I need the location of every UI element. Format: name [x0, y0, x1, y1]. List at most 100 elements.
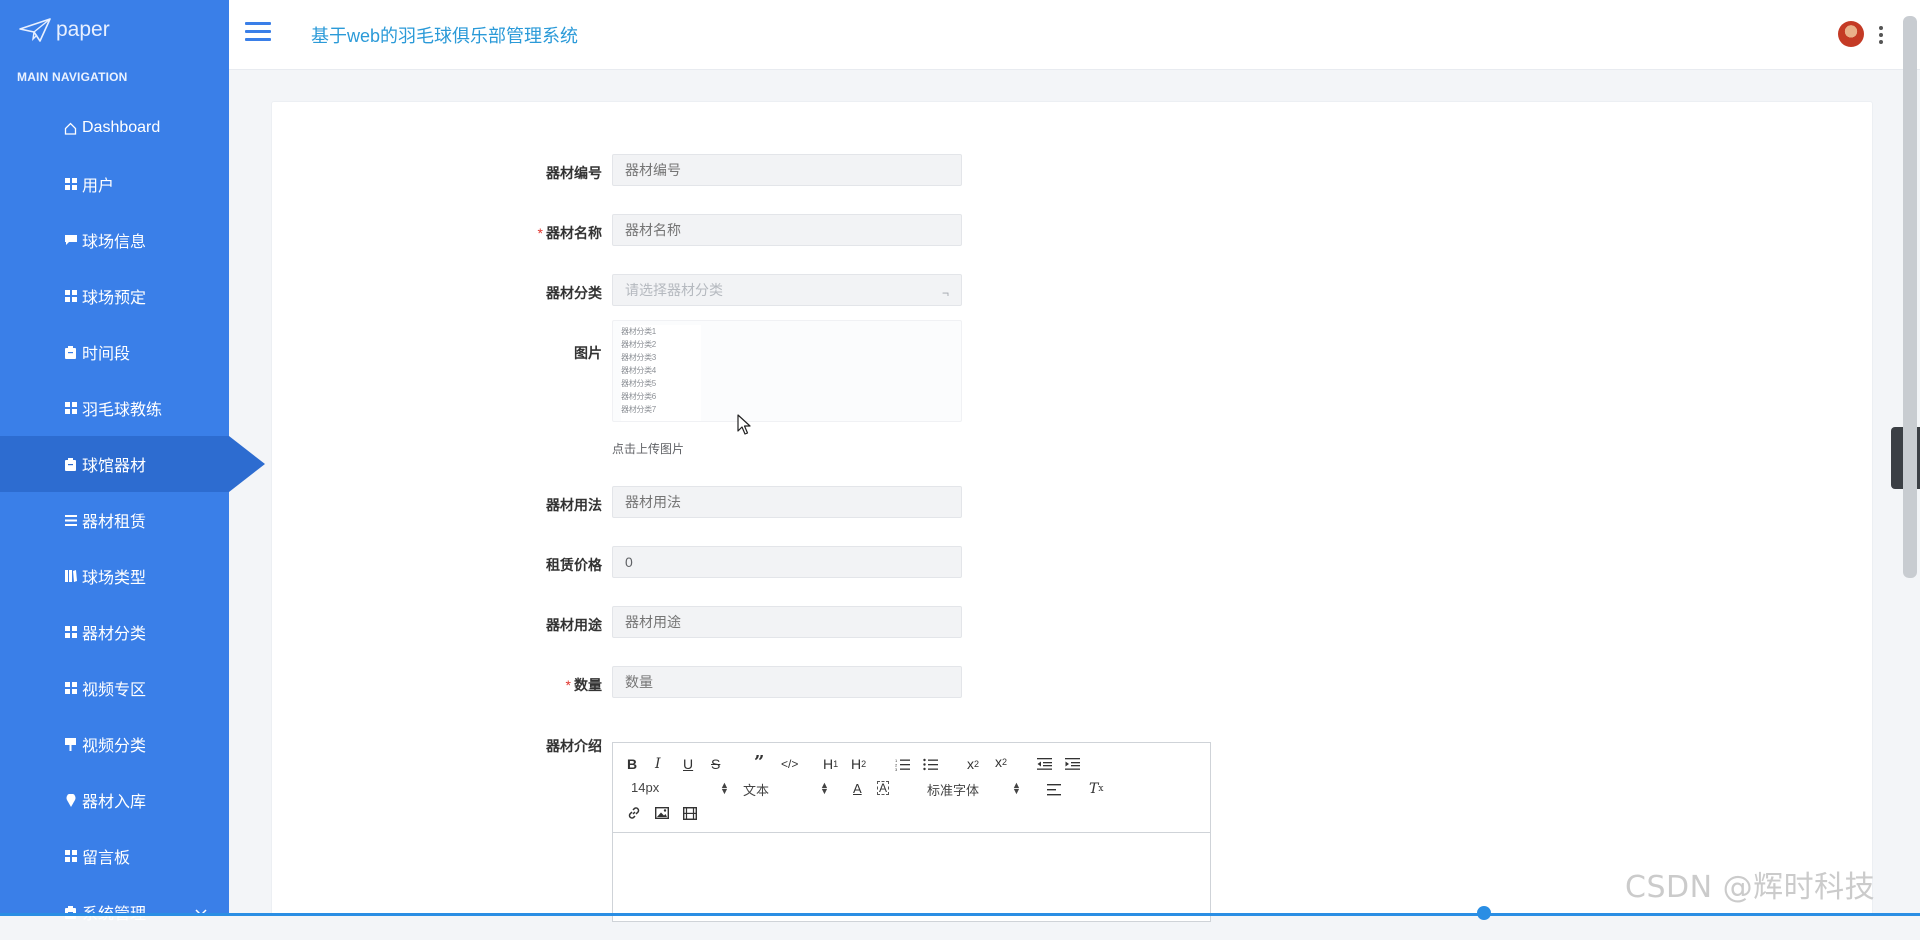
- sidebar-item-label: 系统管理: [82, 900, 146, 924]
- clipboard-icon: [64, 457, 77, 471]
- name-label-text: 器材名称: [546, 225, 602, 241]
- editor-content-area[interactable]: [613, 833, 1210, 921]
- intro-label: 器材介绍: [272, 736, 602, 756]
- bold-icon[interactable]: B: [627, 755, 637, 773]
- sidebar-item-video-zone[interactable]: 视频专区: [0, 660, 229, 716]
- category-label: 器材分类: [272, 283, 602, 303]
- grid-icon: [64, 682, 77, 695]
- sidebar-item-label: 视频专区: [82, 682, 147, 699]
- menu-toggle-icon[interactable]: [245, 22, 271, 44]
- paper-plane-icon: [19, 18, 51, 42]
- grid-icon: [64, 290, 77, 303]
- sidebar-item-label: 球场信息: [82, 234, 147, 251]
- page-title: 基于web的羽毛球俱乐部管理系统: [311, 26, 579, 46]
- thumbnail-text: 器材分类2: [621, 340, 656, 349]
- sidebar-item-court-info[interactable]: 球场信息: [0, 212, 229, 268]
- code-label: 器材编号: [272, 163, 602, 183]
- blockquote-icon[interactable]: ”: [754, 752, 764, 773]
- avatar[interactable]: [1838, 21, 1864, 47]
- list-icon: [64, 514, 77, 527]
- upload-hint[interactable]: 点击上传图片: [612, 440, 684, 457]
- quantity-input[interactable]: [612, 666, 962, 698]
- sidebar-item-time-slot[interactable]: 时间段: [0, 324, 229, 380]
- image-upload-area[interactable]: 器材分类1 器材分类2 器材分类3 器材分类4 器材分类5 器材分类6 器材分类…: [612, 320, 962, 422]
- strike-icon[interactable]: S: [711, 755, 720, 773]
- required-mark: *: [537, 225, 543, 241]
- sidebar-item-equipment-rental[interactable]: 器材租赁: [0, 492, 229, 548]
- h1-icon[interactable]: H1: [823, 755, 838, 773]
- category-select[interactable]: 请选择器材分类 ¬: [612, 274, 962, 306]
- sign-icon: [64, 737, 77, 751]
- uploaded-image-thumbnail[interactable]: 器材分类1 器材分类2 器材分类3 器材分类4 器材分类5 器材分类6 器材分类…: [621, 325, 701, 421]
- thumbnail-text: 器材分类1: [621, 327, 656, 336]
- bullet-list-icon[interactable]: [923, 755, 938, 773]
- sidebar-item-label: 球馆器材: [82, 458, 147, 475]
- header-select[interactable]: 文本 ▲ ▼: [743, 780, 829, 799]
- required-mark: *: [565, 677, 571, 693]
- sidebar-item-label: 视频分类: [82, 738, 147, 755]
- outdent-icon[interactable]: [1037, 755, 1052, 773]
- brand-logo[interactable]: paper: [0, 0, 229, 60]
- price-label: 租赁价格: [272, 555, 602, 575]
- font-size-value: 14px: [631, 780, 660, 795]
- font-family-select[interactable]: 标准字体 ▲ ▼: [927, 780, 1027, 799]
- progress-handle[interactable]: [1477, 906, 1491, 920]
- h2-icon[interactable]: H2: [851, 755, 866, 773]
- quantity-label-text: 数量: [574, 677, 602, 693]
- font-color-icon[interactable]: A: [853, 779, 862, 797]
- nav-section-title: MAIN NAVIGATION: [17, 70, 128, 84]
- header-select-value: 文本: [743, 783, 770, 798]
- usage-label-text: 器材用法: [546, 497, 602, 513]
- sidebar-item-court-type[interactable]: 球场类型: [0, 548, 229, 604]
- intro-label-text: 器材介绍: [546, 738, 602, 754]
- sidebar-item-court-booking[interactable]: 球场预定: [0, 268, 229, 324]
- sidebar-item-equipment-stock[interactable]: 器材入库: [0, 772, 229, 828]
- page-scrollbar[interactable]: [1903, 16, 1917, 578]
- purpose-input[interactable]: [612, 606, 962, 638]
- price-input[interactable]: [612, 546, 962, 578]
- select-caret-icon: ¬: [941, 286, 949, 300]
- sidebar-item-label: 时间段: [82, 346, 131, 363]
- font-size-select[interactable]: 14px ▲ ▼: [631, 780, 729, 796]
- clean-format-icon[interactable]: Tx: [1089, 780, 1103, 798]
- subscript-icon[interactable]: x2: [967, 755, 979, 773]
- more-vertical-icon[interactable]: [1879, 26, 1883, 47]
- clipboard-icon: [64, 905, 77, 919]
- underline-icon[interactable]: U: [683, 755, 693, 773]
- name-input[interactable]: [612, 214, 962, 246]
- image-icon[interactable]: [655, 804, 669, 822]
- usage-label: 器材用法: [272, 495, 602, 515]
- quantity-label: * 数量: [272, 675, 602, 695]
- sidebar-item-label: 器材分类: [82, 626, 147, 643]
- indent-icon[interactable]: [1065, 755, 1080, 773]
- superscript-icon[interactable]: x2: [995, 753, 1007, 771]
- align-icon[interactable]: [1047, 781, 1061, 799]
- sidebar-item-equipment-category[interactable]: 器材分类: [0, 604, 229, 660]
- sidebar-item-dashboard[interactable]: Dashboard: [0, 100, 229, 156]
- image-label: 图片: [272, 343, 602, 363]
- link-icon[interactable]: [627, 804, 641, 822]
- sidebar-item-video-category[interactable]: 视频分类: [0, 716, 229, 772]
- sidebar-item-message-board[interactable]: 留言板: [0, 828, 229, 884]
- sidebar-item-label: 羽毛球教练: [82, 402, 163, 419]
- category-placeholder: 请选择器材分类: [625, 282, 723, 298]
- sidebar-item-users[interactable]: 用户: [0, 156, 229, 212]
- sidebar-item-system-management[interactable]: 系统管理: [0, 884, 229, 940]
- italic-icon[interactable]: I: [655, 755, 661, 773]
- code-block-icon[interactable]: </>: [781, 755, 798, 773]
- code-input[interactable]: [612, 154, 962, 186]
- thumbnail-text: 器材分类6: [621, 392, 656, 401]
- ordered-list-icon[interactable]: 123: [895, 755, 910, 773]
- grid-icon: [64, 178, 77, 191]
- usage-input[interactable]: [612, 486, 962, 518]
- sidebar-item-label: 用户: [82, 178, 115, 195]
- sidebar-item-equipment[interactable]: 球馆器材: [0, 436, 265, 492]
- form-panel: 器材编号 *器材名称 器材分类 请选择器材分类 ¬ 图片 器材分类1 器材分类2…: [271, 101, 1873, 922]
- background-color-icon[interactable]: A: [877, 781, 890, 795]
- video-icon[interactable]: [683, 804, 697, 822]
- font-family-value: 标准字体: [927, 783, 980, 798]
- sidebar-item-coach[interactable]: 羽毛球教练: [0, 380, 229, 436]
- chat-icon: [64, 234, 77, 247]
- thumbnail-text: 器材分类5: [621, 379, 656, 388]
- book-icon: [64, 570, 77, 583]
